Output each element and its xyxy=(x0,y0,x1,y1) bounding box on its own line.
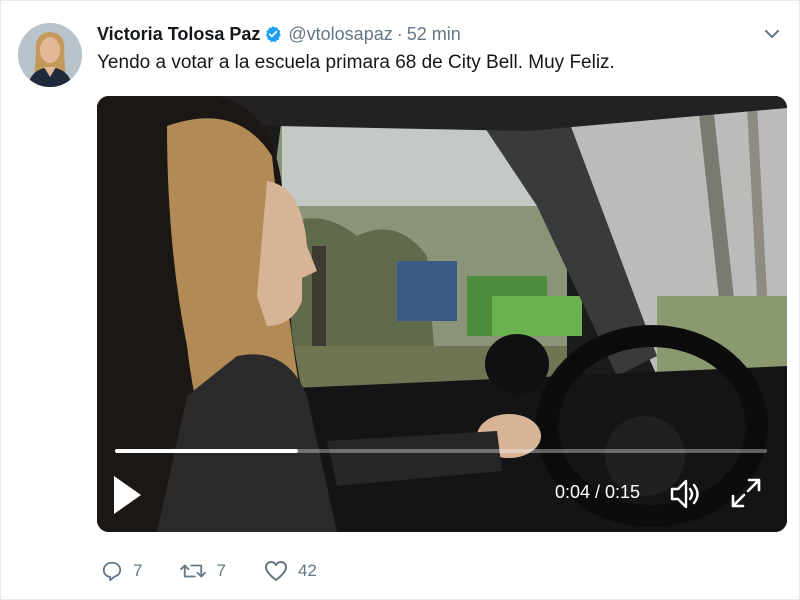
video-progress-fill xyxy=(115,449,298,453)
timestamp[interactable]: 52 min xyxy=(407,24,461,45)
retweet-count: 7 xyxy=(216,561,226,580)
volume-icon[interactable] xyxy=(669,476,703,512)
heart-icon xyxy=(264,561,287,581)
display-name[interactable]: Victoria Tolosa Paz xyxy=(97,24,260,45)
like-button[interactable]: 42 xyxy=(264,560,317,582)
tweet-actions: 7 7 42 xyxy=(101,557,355,585)
handle[interactable]: @vtolosapaz xyxy=(288,24,392,45)
verified-badge-icon xyxy=(264,25,282,43)
avatar[interactable] xyxy=(18,23,82,87)
fullscreen-icon[interactable] xyxy=(730,477,762,509)
reply-button[interactable]: 7 xyxy=(101,560,142,582)
tweet-text: Yendo a votar a la escuela primara 68 de… xyxy=(97,52,615,73)
tweet: Victoria Tolosa Paz @vtolosapaz · 52 min… xyxy=(0,0,800,600)
separator-dot: · xyxy=(396,23,403,44)
reply-icon xyxy=(102,561,122,582)
avatar-image xyxy=(18,23,82,87)
reply-count: 7 xyxy=(133,561,143,580)
video-player[interactable]: 0:04 / 0:15 xyxy=(97,96,787,532)
like-count: 42 xyxy=(297,561,317,580)
video-time: 0:04 / 0:15 xyxy=(555,482,641,502)
retweet-button[interactable]: 7 xyxy=(180,560,226,582)
video-frame xyxy=(97,96,787,532)
tweet-header: Victoria Tolosa Paz @vtolosapaz · 52 min xyxy=(97,21,461,47)
chevron-down-icon[interactable] xyxy=(763,27,781,41)
retweet-icon xyxy=(180,564,207,578)
play-icon[interactable] xyxy=(111,473,143,517)
video-progress-bar[interactable] xyxy=(115,449,767,453)
